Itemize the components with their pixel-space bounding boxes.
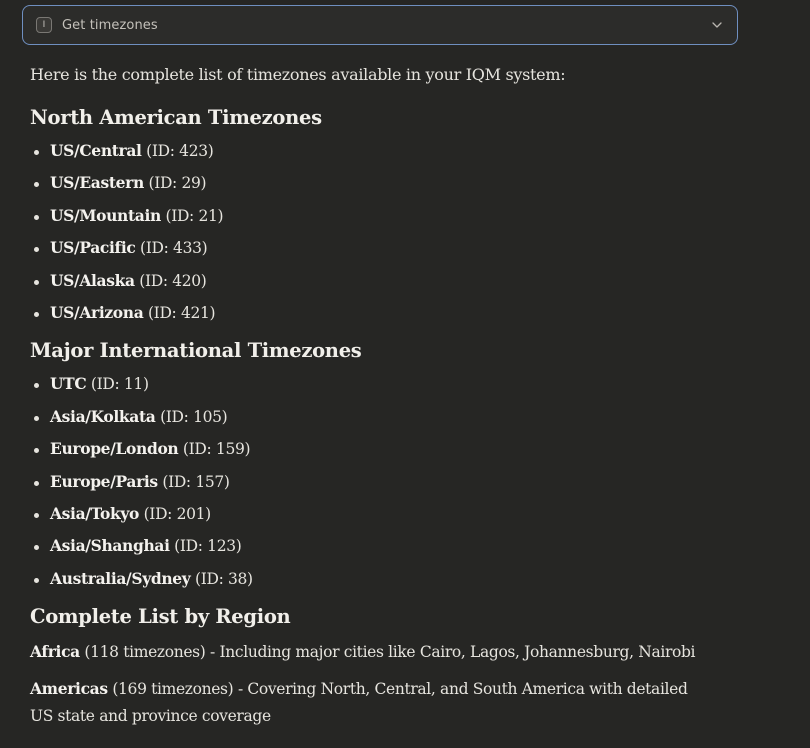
list-item: Europe/London (ID: 159): [30, 438, 770, 470]
timezone-id: (ID: 421): [143, 303, 216, 322]
tool-call-toggle[interactable]: I Get timezones: [22, 5, 738, 45]
section-heading-international: Major International Timezones: [30, 339, 362, 363]
assistant-message: Here is the complete list of timezones a…: [30, 64, 770, 730]
region-summary-africa: Africa (118 timezones) - Including major…: [30, 638, 710, 666]
list-item: Australia/Sydney (ID: 38): [30, 568, 770, 600]
timezone-id: (ID: 21): [160, 206, 224, 225]
tool-badge: I: [36, 17, 52, 33]
timezone-name: US/Alaska: [50, 270, 135, 290]
region-detail: (118 timezones) - Including major cities…: [79, 643, 696, 662]
timezone-id: (ID: 433): [135, 239, 208, 258]
list-item: US/Mountain (ID: 21): [30, 205, 770, 237]
chevron-down-icon[interactable]: [711, 19, 723, 31]
timezone-name: US/Pacific: [50, 238, 136, 258]
list-item: Asia/Shanghai (ID: 123): [30, 535, 770, 567]
list-item: US/Pacific (ID: 433): [30, 237, 770, 269]
list-item: US/Central (ID: 423): [30, 140, 770, 172]
timezone-name: Europe/London: [50, 439, 179, 459]
timezone-list-north-american: US/Central (ID: 423) US/Eastern (ID: 29)…: [30, 140, 770, 334]
region-summary-americas: Americas (169 timezones) - Covering Nort…: [30, 675, 710, 730]
timezone-id: (ID: 123): [169, 537, 242, 556]
timezone-id: (ID: 157): [157, 472, 230, 491]
timezone-name: Asia/Tokyo: [50, 503, 140, 523]
timezone-id: (ID: 11): [86, 375, 149, 394]
region-name: Americas: [30, 679, 108, 699]
timezone-name: US/Central: [50, 141, 142, 160]
section-heading-north-american: North American Timezones: [30, 106, 322, 129]
timezone-name: Europe/Paris: [50, 471, 158, 491]
region-detail: (169 timezones) - Covering North, Centra…: [30, 680, 688, 726]
intro-text: Here is the complete list of timezones a…: [30, 65, 566, 84]
timezone-name: Asia/Shanghai: [50, 536, 170, 556]
list-item: Asia/Tokyo (ID: 201): [30, 503, 770, 535]
region-name: Africa: [30, 642, 80, 662]
timezone-id: (ID: 423): [141, 142, 214, 160]
timezone-id: (ID: 38): [190, 569, 253, 588]
list-item: Europe/Paris (ID: 157): [30, 471, 770, 503]
timezone-id: (ID: 201): [139, 504, 212, 523]
timezone-name: Australia/Sydney: [50, 568, 191, 588]
timezone-name: UTC: [50, 374, 87, 394]
section-heading-complete-list: Complete List by Region: [30, 605, 291, 629]
timezone-name: US/Arizona: [50, 302, 144, 322]
timezone-name: US/Mountain: [50, 205, 161, 225]
list-item: Asia/Kolkata (ID: 105): [30, 406, 770, 438]
timezone-id: (ID: 159): [178, 440, 251, 459]
timezone-id: (ID: 105): [155, 407, 228, 426]
tool-call-label: Get timezones: [62, 17, 158, 33]
timezone-name: Asia/Kolkata: [50, 406, 156, 426]
list-item: UTC (ID: 11): [30, 373, 770, 405]
timezone-id: (ID: 29): [143, 174, 207, 193]
timezone-list-international: UTC (ID: 11) Asia/Kolkata (ID: 105) Euro…: [30, 373, 770, 600]
timezone-name: US/Eastern: [50, 173, 144, 193]
list-item: US/Eastern (ID: 29): [30, 172, 770, 204]
list-item: US/Alaska (ID: 420): [30, 270, 770, 302]
timezone-id: (ID: 420): [134, 271, 207, 290]
list-item: US/Arizona (ID: 421): [30, 302, 770, 334]
